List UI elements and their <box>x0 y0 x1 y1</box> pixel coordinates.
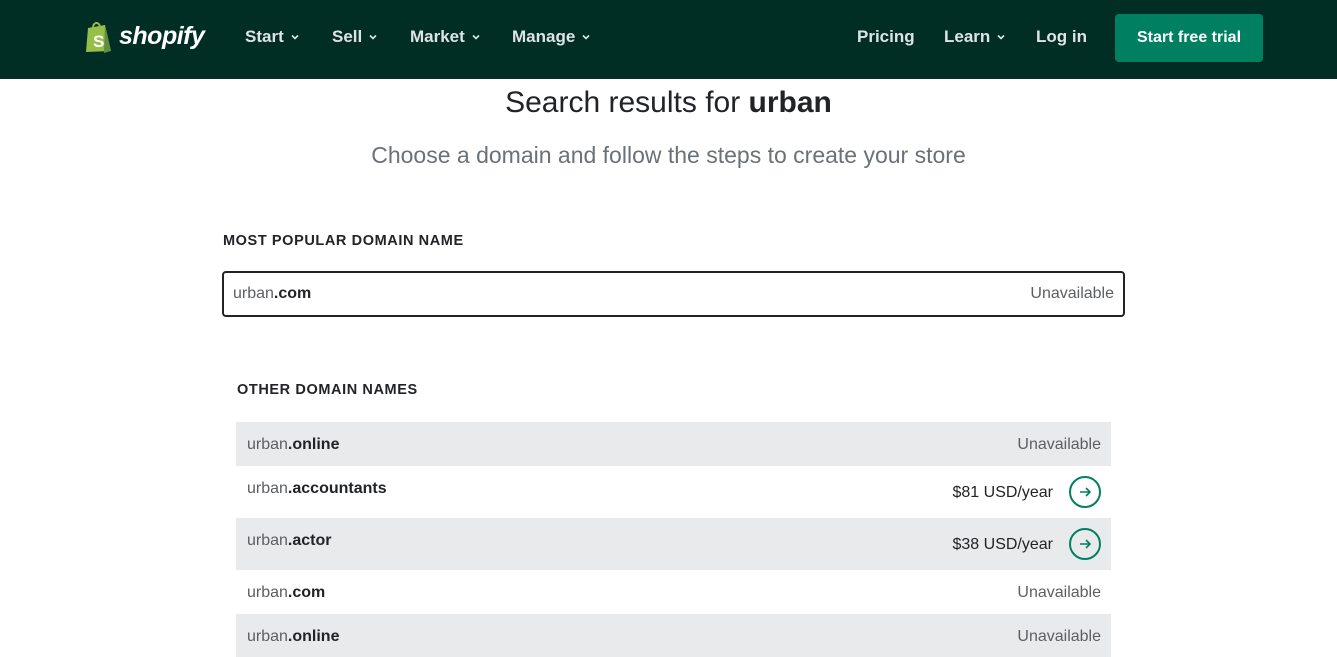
arrow-right-icon <box>1080 487 1092 497</box>
domain-tld: .online <box>287 436 340 453</box>
top-navigation-bar: S shopify Start Sell Market Manage Prici… <box>0 0 1337 79</box>
start-free-trial-button[interactable]: Start free trial <box>1115 14 1263 62</box>
domain-base: urban <box>247 584 288 601</box>
arrow-right-icon <box>1080 539 1092 549</box>
page-title: Search results for urban <box>0 86 1337 120</box>
chevron-down-icon <box>291 34 299 40</box>
chevron-down-icon <box>997 34 1005 40</box>
domain-base: urban <box>247 480 288 497</box>
svg-text:S: S <box>93 32 104 51</box>
search-query: urban <box>748 86 832 119</box>
chevron-down-icon <box>369 34 377 40</box>
title-prefix: Search results for <box>505 86 741 119</box>
availability-status: Unavailable <box>1017 628 1101 645</box>
domain-row[interactable]: urban.com Unavailable <box>236 570 1111 614</box>
domain-name: urban.com <box>233 285 311 303</box>
domain-base: urban <box>247 628 288 645</box>
domain-row[interactable]: urban.accountants $81 USD/year <box>236 466 1111 518</box>
domain-row[interactable]: urban.online Unavailable <box>236 614 1111 657</box>
availability-status: Unavailable <box>1017 584 1101 601</box>
availability-status: Unavailable <box>1017 436 1101 453</box>
nav-login[interactable]: Log in <box>1036 27 1087 47</box>
nav-market[interactable]: Market <box>410 27 481 47</box>
domain-base: urban <box>233 285 274 302</box>
shopify-logo[interactable]: S shopify <box>84 20 205 54</box>
chevron-down-icon <box>582 34 590 40</box>
domain-tld: .actor <box>287 532 332 549</box>
page-subtitle: Choose a domain and follow the steps to … <box>371 142 966 168</box>
logo-wordmark: shopify <box>119 21 205 50</box>
other-domains-heading: OTHER DOMAIN NAMES <box>237 382 418 398</box>
select-domain-arrow-button[interactable] <box>1069 528 1101 560</box>
domain-base: urban <box>247 436 288 453</box>
select-domain-arrow-button[interactable] <box>1069 476 1101 508</box>
domain-base: urban <box>247 532 288 549</box>
most-popular-heading: MOST POPULAR DOMAIN NAME <box>223 233 464 249</box>
domain-name: urban.com <box>247 584 325 602</box>
nav-manage[interactable]: Manage <box>512 27 591 47</box>
nav-start[interactable]: Start <box>245 27 300 47</box>
chevron-down-icon <box>472 34 480 40</box>
domain-name: urban.online <box>247 436 339 454</box>
domain-tld: .com <box>287 584 326 601</box>
nav-pricing[interactable]: Pricing <box>857 27 915 47</box>
shopping-bag-icon: S <box>86 22 111 53</box>
domain-name: urban.online <box>247 628 339 646</box>
nav-pricing-label: Pricing <box>857 27 915 46</box>
domain-tld: .online <box>287 628 340 645</box>
nav-start-label: Start <box>245 27 284 46</box>
nav-learn[interactable]: Learn <box>944 27 1006 47</box>
nav-manage-label: Manage <box>512 27 576 46</box>
domain-tld: .com <box>273 285 312 302</box>
nav-sell-label: Sell <box>332 27 363 46</box>
nav-sell[interactable]: Sell <box>332 27 378 47</box>
domain-tld: .accountants <box>287 480 387 497</box>
domain-row[interactable]: urban.online Unavailable <box>236 422 1111 466</box>
domain-price: $81 USD/year <box>952 484 1054 501</box>
domain-name: urban.accountants <box>247 480 387 498</box>
availability-status: Unavailable <box>1030 285 1114 302</box>
nav-login-label: Log in <box>1036 27 1087 46</box>
domain-row[interactable]: urban.actor $38 USD/year <box>236 518 1111 570</box>
popular-domain-result[interactable]: urban.com Unavailable <box>222 271 1125 317</box>
nav-market-label: Market <box>410 27 465 46</box>
nav-learn-label: Learn <box>944 27 991 46</box>
domain-name: urban.actor <box>247 532 332 550</box>
domain-price: $38 USD/year <box>952 536 1054 553</box>
